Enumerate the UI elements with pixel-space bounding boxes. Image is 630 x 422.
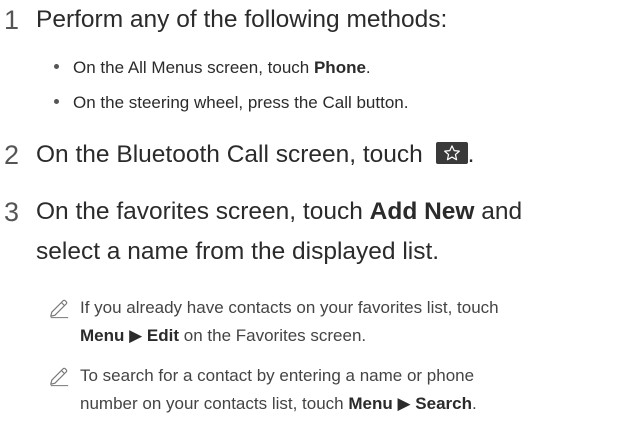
step-text: On the favorites screen, touch Add New a… [36,198,523,265]
method-list: On the All Menus screen, touch Phone. On… [54,50,408,120]
pencil-note-icon [36,362,80,392]
list-item: On the All Menus screen, touch Phone. [54,50,408,85]
note-text: If you already have contacts on your fav… [80,298,499,345]
menu-term: Menu [348,394,393,413]
menu-term: Menu [80,326,125,345]
step-text: Perform any of the following methods: [36,6,448,33]
bullet-icon [54,64,59,69]
note-1: If you already have contacts on your fav… [36,294,630,350]
search-term: Search [415,394,472,413]
list-item: On the steering wheel, press the Call bu… [54,85,408,120]
note-text: To search for a contact by entering a na… [80,366,477,413]
bullet-icon [54,99,59,104]
step-1: 1 Perform any of the following methods: [0,0,447,40]
note-2: To search for a contact by entering a na… [36,362,630,418]
pencil-note-icon [36,294,80,324]
star-favorite-icon [435,141,468,164]
bullet-text: On the steering wheel, press the Call bu… [73,92,409,112]
step-number: 3 [4,197,20,227]
edit-term: Edit [146,326,180,345]
step-text: On the Bluetooth Call screen, touch . [36,141,475,168]
add-new-term: Add New [369,198,475,225]
step-number: 1 [4,5,20,35]
step-number: 2 [4,140,20,170]
phone-term: Phone [313,57,366,77]
bullet-text: On the All Menus screen, touch Phone. [73,57,371,77]
step-2: 2 On the Bluetooth Call screen, touch . [0,135,474,175]
step-3: 3 On the favorites screen, touch Add New… [0,192,522,272]
